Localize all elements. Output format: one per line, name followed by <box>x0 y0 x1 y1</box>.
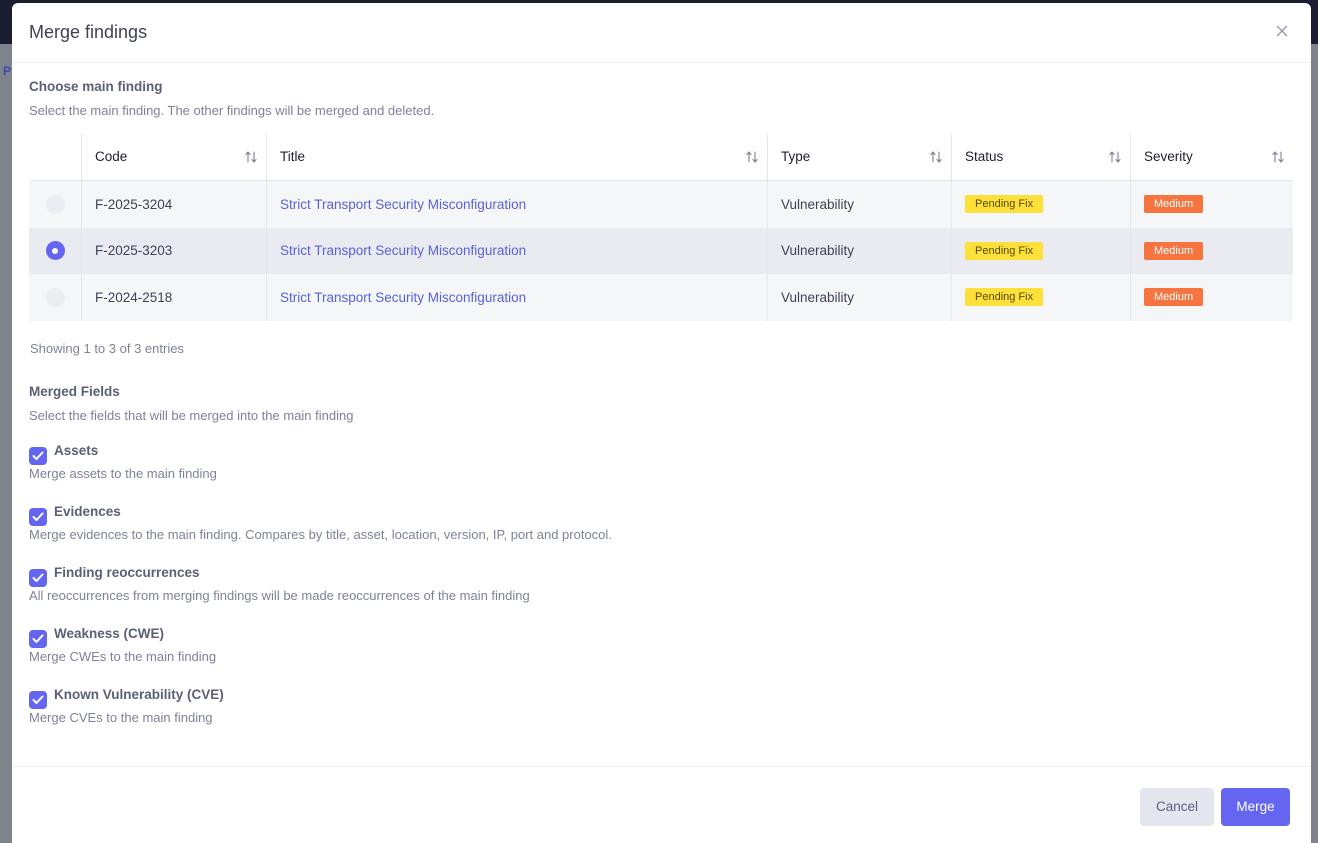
row-radio[interactable] <box>45 287 65 307</box>
row-select-cell <box>29 181 81 228</box>
severity-cell: Medium <box>1130 274 1293 321</box>
merged-fields-description: Select the fields that will be merged in… <box>29 408 354 423</box>
header-type[interactable]: Type <box>767 133 951 181</box>
field-label: Assets <box>54 443 99 458</box>
field-description: All reoccurrences from merging findings … <box>29 588 530 603</box>
background-text-fragment: P <box>3 64 12 78</box>
merge-button[interactable]: Merge <box>1221 788 1290 826</box>
sort-icon <box>930 151 942 163</box>
finding-title-link[interactable]: Strict Transport Security Misconfigurati… <box>280 243 526 258</box>
cancel-button[interactable]: Cancel <box>1140 788 1214 826</box>
sort-icon <box>746 151 758 163</box>
row-radio[interactable] <box>45 194 65 214</box>
choose-main-finding-description: Select the main finding. The other findi… <box>29 103 435 118</box>
header-code-label: Code <box>95 149 128 164</box>
field-description: Merge assets to the main finding <box>29 466 217 481</box>
entries-info: Showing 1 to 3 of 3 entries <box>30 341 184 356</box>
table-row[interactable]: F-2025-3204 Strict Transport Security Mi… <box>29 181 1293 228</box>
finding-title-link[interactable]: Strict Transport Security Misconfigurati… <box>280 290 526 305</box>
merge-findings-modal: Merge findings Choose main finding Selec… <box>12 3 1311 843</box>
row-radio[interactable] <box>45 241 65 261</box>
assets-checkbox[interactable] <box>29 447 47 465</box>
modal-footer: Cancel Merge <box>12 766 1311 843</box>
code-cell: F-2025-3204 <box>81 181 266 228</box>
header-code[interactable]: Code <box>81 133 266 181</box>
severity-cell: Medium <box>1130 181 1293 228</box>
cwe-checkbox[interactable] <box>29 630 47 648</box>
field-description: Merge CWEs to the main finding <box>29 649 217 664</box>
sort-icon <box>1109 151 1121 163</box>
modal-header: Merge findings <box>12 3 1311 63</box>
close-icon[interactable] <box>1274 23 1290 39</box>
severity-badge: Medium <box>1144 288 1204 307</box>
header-select <box>29 133 81 181</box>
severity-badge: Medium <box>1144 241 1204 260</box>
field-label: Known Vulnerability (CVE) <box>54 687 224 702</box>
severity-badge: Medium <box>1144 195 1204 214</box>
header-severity-label: Severity <box>1144 149 1193 164</box>
table-row[interactable]: F-2024-2518 Strict Transport Security Mi… <box>29 274 1293 321</box>
findings-table: Code Title Type Status Severity F-2025-3… <box>29 133 1293 321</box>
header-title[interactable]: Title <box>266 133 767 181</box>
type-cell: Vulnerability <box>767 274 951 321</box>
sort-icon <box>245 151 257 163</box>
title-cell: Strict Transport Security Misconfigurati… <box>266 181 767 228</box>
header-status[interactable]: Status <box>951 133 1130 181</box>
field-label: Finding reoccurrences <box>54 565 200 580</box>
row-select-cell <box>29 228 81 275</box>
evidences-checkbox[interactable] <box>29 508 47 526</box>
title-cell: Strict Transport Security Misconfigurati… <box>266 227 767 274</box>
type-cell: Vulnerability <box>767 227 951 274</box>
merged-fields-title: Merged Fields <box>29 384 120 399</box>
sort-icon <box>1272 151 1284 163</box>
code-cell: F-2024-2518 <box>81 274 266 321</box>
status-badge: Pending Fix <box>965 195 1044 214</box>
row-select-cell <box>29 274 81 321</box>
header-severity[interactable]: Severity <box>1130 133 1293 181</box>
reoccurrences-checkbox[interactable] <box>29 569 47 587</box>
status-cell: Pending Fix <box>951 227 1130 274</box>
field-description: Merge CVEs to the main finding <box>29 710 213 725</box>
choose-main-finding-title: Choose main finding <box>29 79 163 94</box>
title-cell: Strict Transport Security Misconfigurati… <box>266 274 767 321</box>
modal-title: Merge findings <box>29 22 148 42</box>
table-row[interactable]: F-2025-3203 Strict Transport Security Mi… <box>29 227 1293 275</box>
status-badge: Pending Fix <box>965 241 1044 260</box>
field-label: Weakness (CWE) <box>54 626 165 641</box>
cve-checkbox[interactable] <box>29 691 47 709</box>
status-cell: Pending Fix <box>951 274 1130 321</box>
severity-cell: Medium <box>1130 227 1293 274</box>
field-label: Evidences <box>54 504 121 519</box>
status-badge: Pending Fix <box>965 288 1044 307</box>
field-description: Merge evidences to the main finding. Com… <box>29 527 612 542</box>
header-status-label: Status <box>965 149 1004 164</box>
code-cell: F-2025-3203 <box>81 227 266 274</box>
type-cell: Vulnerability <box>767 181 951 228</box>
finding-title-link[interactable]: Strict Transport Security Misconfigurati… <box>280 197 526 212</box>
status-cell: Pending Fix <box>951 181 1130 228</box>
header-title-label: Title <box>280 149 306 164</box>
header-type-label: Type <box>781 149 811 164</box>
table-header: Code Title Type Status Severity <box>29 133 1293 181</box>
